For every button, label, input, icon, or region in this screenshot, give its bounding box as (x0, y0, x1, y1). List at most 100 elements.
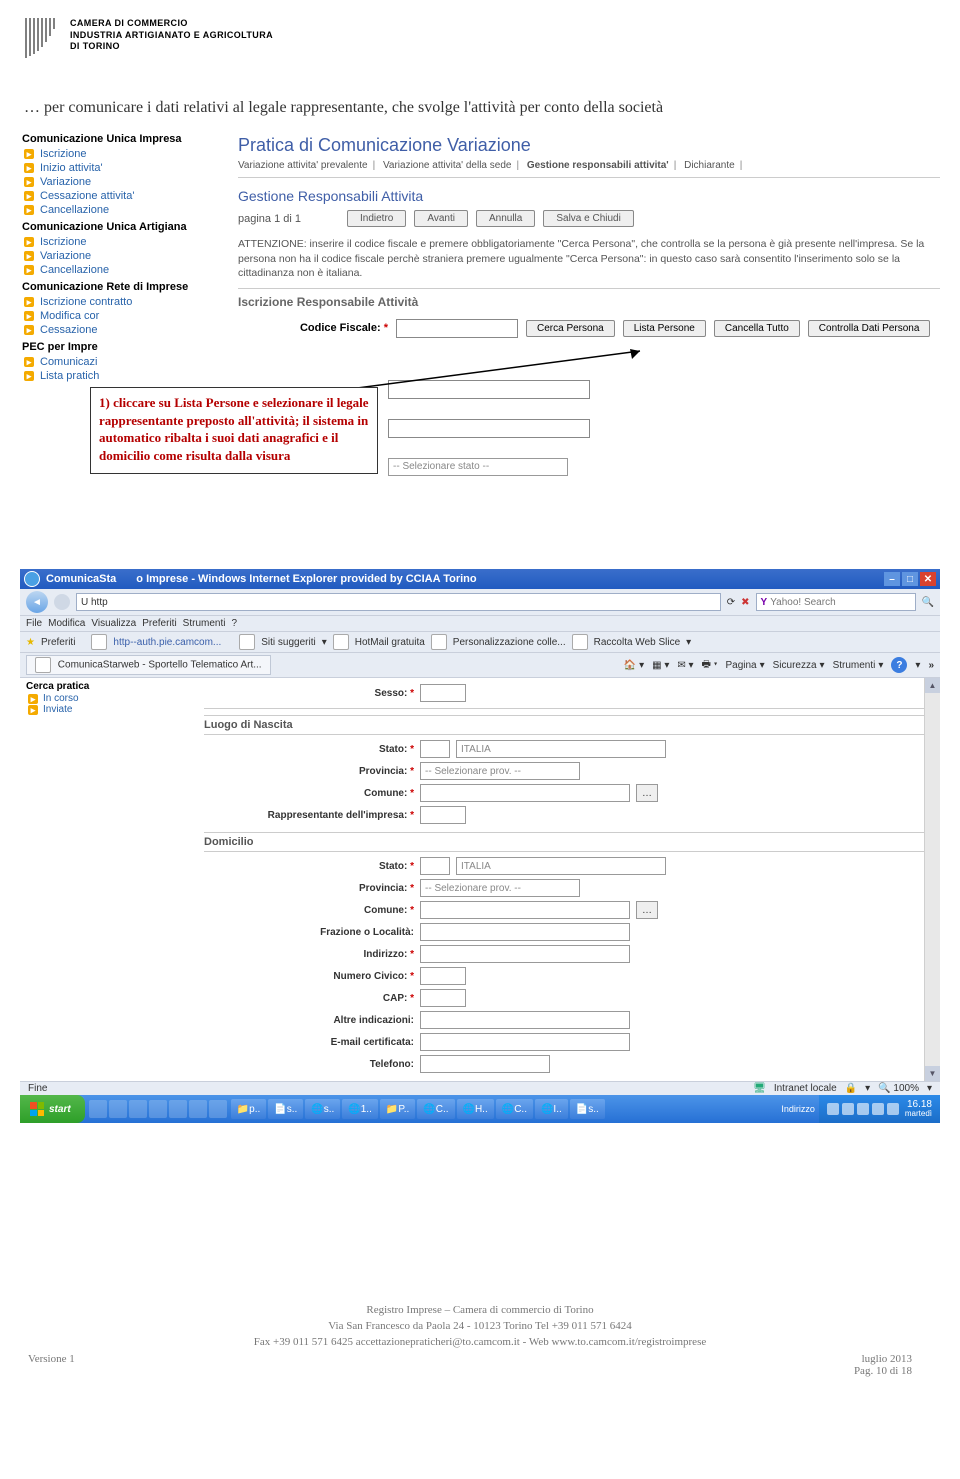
sidebar-item-rete-iscr[interactable]: ▸Iscrizione contratto (20, 295, 220, 309)
altre-input[interactable] (420, 1011, 630, 1029)
search-input[interactable]: Y Yahoo! Search (756, 593, 916, 611)
forward-icon[interactable] (54, 594, 70, 610)
help-icon[interactable]: ? (891, 657, 907, 673)
state-select[interactable]: -- Selezionare stato -- (388, 458, 568, 476)
tools-menu[interactable]: Strumenti ▾ (833, 660, 884, 671)
comune-input[interactable] (420, 784, 630, 802)
cap-input[interactable] (420, 989, 466, 1007)
window-minimize-icon[interactable]: – (884, 572, 900, 586)
menu-visualizza[interactable]: Visualizza (91, 618, 136, 629)
frazione-input[interactable] (420, 923, 630, 941)
task-item[interactable]: 🌐 1.. (342, 1099, 378, 1119)
quick-launch-icon[interactable] (189, 1100, 207, 1118)
menu-modifica[interactable]: Modifica (48, 618, 85, 629)
stato-code-input[interactable] (420, 740, 450, 758)
menu-help[interactable]: ? (231, 618, 237, 629)
cerca-persona-button[interactable]: Cerca Persona (526, 320, 615, 337)
favorites-icon[interactable]: ★ (26, 637, 35, 648)
faded-input[interactable] (388, 419, 590, 438)
feeds-icon[interactable]: ▦ ▾ (652, 660, 669, 671)
crumb-active[interactable]: Gestione responsabili attivita' (527, 160, 669, 171)
task-item[interactable]: 🌐 H.. (457, 1099, 494, 1119)
home-icon[interactable]: 🏠 ▾ (624, 660, 644, 671)
menu-file[interactable]: File (26, 618, 42, 629)
task-item[interactable]: 📄 s.. (268, 1099, 303, 1119)
crumb[interactable]: Variazione attivita' della sede (383, 160, 511, 171)
prev-button[interactable]: Indietro (347, 210, 406, 227)
cancel-button[interactable]: Annulla (476, 210, 535, 227)
sidebar-item-inizio[interactable]: ▸Inizio attivita' (20, 161, 220, 175)
dom-stato-select[interactable]: ITALIA (456, 857, 666, 875)
ie-tab[interactable]: ComunicaStarweb - Sportello Telematico A… (26, 655, 271, 675)
tray-icon[interactable] (887, 1103, 899, 1115)
crumb[interactable]: Dichiarante (684, 160, 735, 171)
sidebar-item-variazione[interactable]: ▸Variazione (20, 175, 220, 189)
scroll-down-icon[interactable]: ▼ (925, 1066, 940, 1081)
dom-comune-browse-button[interactable]: … (636, 901, 658, 919)
zoom-level[interactable]: 🔍 100% (878, 1083, 919, 1094)
print-icon[interactable]: 🖶 ▾ (702, 657, 718, 674)
fav-personal[interactable]: Personalizzazione colle... (453, 637, 566, 648)
fav-url[interactable]: http--auth.pie.camcom... (113, 637, 221, 648)
rappresentante-select[interactable] (420, 806, 466, 824)
dom-stato-code-input[interactable] (420, 857, 450, 875)
tray-icon[interactable] (872, 1103, 884, 1115)
tray-icon[interactable] (827, 1103, 839, 1115)
task-item[interactable]: 🌐 s.. (305, 1099, 340, 1119)
clock[interactable]: 16.18 martedì (905, 1100, 932, 1118)
codice-fiscale-input[interactable] (396, 319, 518, 338)
sidebar-item-iscrizione[interactable]: ▸Iscrizione (20, 147, 220, 161)
tray-icon[interactable] (842, 1103, 854, 1115)
sesso-select[interactable] (420, 684, 466, 702)
task-item[interactable]: 📁 P.. (380, 1099, 415, 1119)
task-item[interactable]: 🌐 C.. (496, 1099, 533, 1119)
page-menu[interactable]: Pagina ▾ (725, 660, 764, 671)
quick-launch-icon[interactable] (149, 1100, 167, 1118)
stop-icon[interactable]: ✖ (741, 597, 749, 608)
faded-input[interactable] (388, 380, 590, 399)
window-close-icon[interactable]: ✕ (920, 572, 936, 586)
email-input[interactable] (420, 1033, 630, 1051)
sidebar-item-rete-mod[interactable]: ▸Modifica cor (20, 309, 220, 323)
task-item[interactable]: 📁 p.. (231, 1099, 267, 1119)
scrollbar[interactable]: ▲ ▼ (924, 678, 940, 1081)
sidebar-item-cancellazione[interactable]: ▸Cancellazione (20, 203, 220, 217)
lista-persone-button[interactable]: Lista Persone (623, 320, 706, 337)
next-button[interactable]: Avanti (414, 210, 468, 227)
url-input[interactable]: U http (76, 593, 721, 611)
scroll-up-icon[interactable]: ▲ (925, 678, 940, 693)
quick-launch-icon[interactable] (169, 1100, 187, 1118)
civico-input[interactable] (420, 967, 466, 985)
quick-launch-icon[interactable] (209, 1100, 227, 1118)
cerca-in-corso[interactable]: ▸In corso (26, 693, 156, 704)
sidebar-item-art-variazione[interactable]: ▸Variazione (20, 249, 220, 263)
fav-hotmail[interactable]: HotMail gratuita (355, 637, 425, 648)
quick-launch-icon[interactable] (89, 1100, 107, 1118)
cerca-inviate[interactable]: ▸Inviate (26, 704, 156, 715)
telefono-input[interactable] (420, 1055, 550, 1073)
comune-browse-button[interactable]: … (636, 784, 658, 802)
dom-comune-input[interactable] (420, 901, 630, 919)
mail-icon[interactable]: ✉ ▾ (677, 660, 693, 671)
sidebar-item-rete-cess[interactable]: ▸Cessazione (20, 323, 220, 337)
refresh-icon[interactable]: ⟳ (727, 597, 735, 608)
security-menu[interactable]: Sicurezza ▾ (773, 660, 825, 671)
indirizzo-input[interactable] (420, 945, 630, 963)
task-item[interactable]: 🌐 I.. (535, 1099, 568, 1119)
sidebar-item-art-canc[interactable]: ▸Cancellazione (20, 263, 220, 277)
sidebar-item-art-iscrizione[interactable]: ▸Iscrizione (20, 235, 220, 249)
controlla-dati-button[interactable]: Controlla Dati Persona (808, 320, 931, 337)
cancella-tutto-button[interactable]: Cancella Tutto (714, 320, 800, 337)
sidebar-item-cessazione-att[interactable]: ▸Cessazione attivita' (20, 189, 220, 203)
favorites-label[interactable]: Preferiti (41, 637, 75, 648)
stato-select[interactable]: ITALIA (456, 740, 666, 758)
window-maximize-icon[interactable]: □ (902, 572, 918, 586)
sidebar-item-pec-lista[interactable]: ▸Lista pratich (20, 369, 220, 383)
task-item[interactable]: 📄 s.. (570, 1099, 605, 1119)
taskbar-indirizzo[interactable]: Indirizzo (777, 1104, 819, 1114)
dom-provincia-select[interactable]: -- Selezionare prov. -- (420, 879, 580, 897)
quick-launch-icon[interactable] (109, 1100, 127, 1118)
task-item[interactable]: 🌐 C.. (417, 1099, 454, 1119)
save-button[interactable]: Salva e Chiudi (543, 210, 633, 227)
quick-launch-icon[interactable] (129, 1100, 147, 1118)
